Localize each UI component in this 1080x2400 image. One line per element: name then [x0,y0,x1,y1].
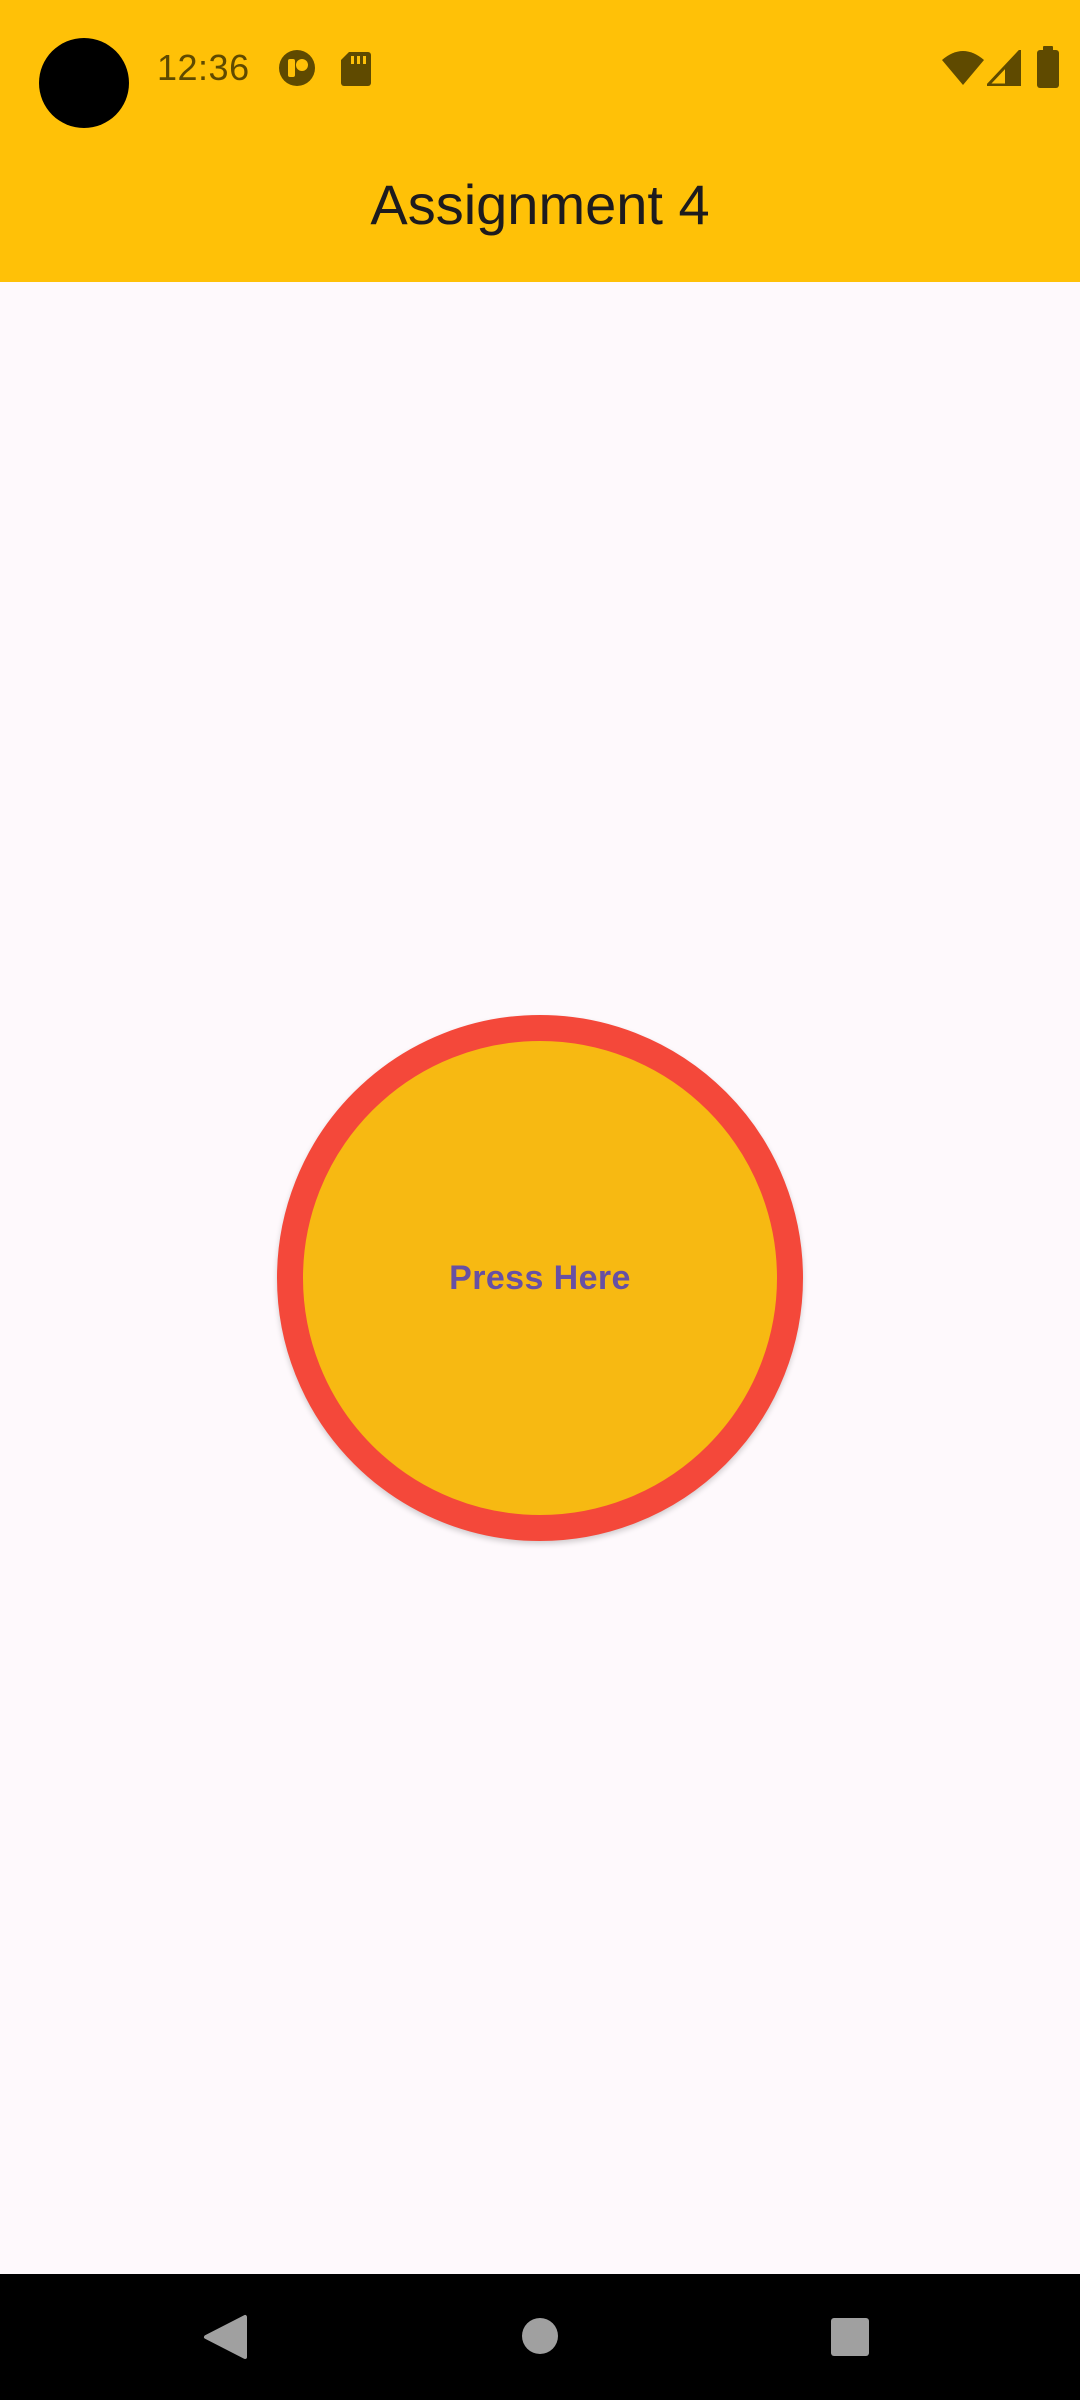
sd-card-icon [341,52,371,86]
camera-cutout [39,38,129,128]
recents-icon[interactable] [830,2317,870,2357]
press-here-label: Press Here [449,1258,631,1297]
vpn-status-icon [279,50,315,86]
status-time: 12:36 [157,47,250,88]
navigation-bar [0,2274,1080,2400]
cellular-signal-icon [987,50,1021,86]
back-icon[interactable] [203,2314,247,2360]
app-bar: Assignment 4 [0,140,1080,282]
wifi-icon [942,51,984,85]
home-icon[interactable] [521,2317,559,2355]
status-bar: 12:36 [0,0,1080,140]
battery-icon [1037,46,1059,88]
app-title: Assignment 4 [370,172,710,236]
press-here-button[interactable]: Press Here [277,1015,803,1541]
